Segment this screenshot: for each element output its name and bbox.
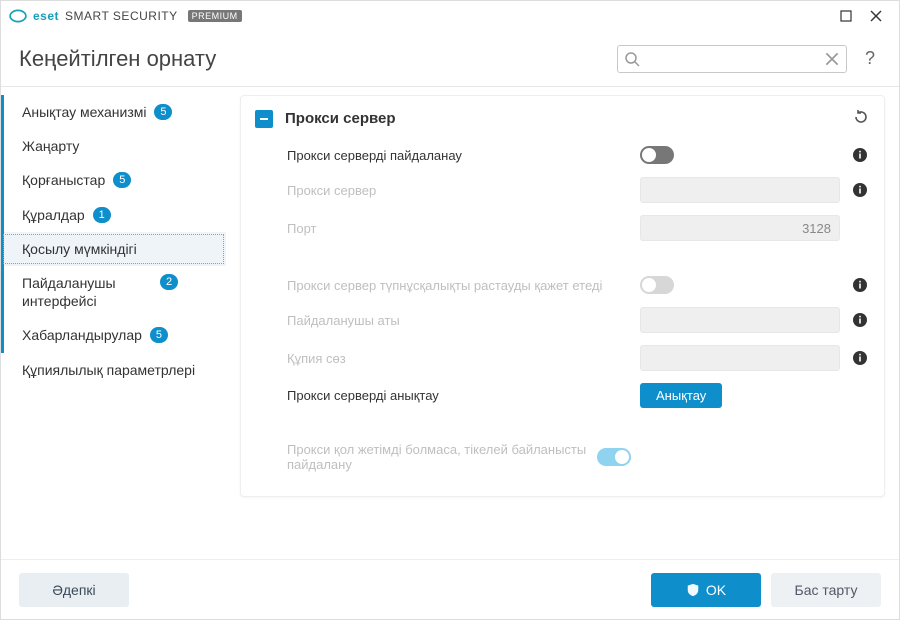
- row-use-proxy: Прокси серверді пайдаланау: [241, 139, 884, 171]
- info-auth-required[interactable]: [850, 277, 870, 293]
- sidebar-item-badge: 1: [93, 207, 111, 223]
- sidebar: Анықтау механизмі 5 Жаңарту Қорғаныстар …: [1, 87, 226, 559]
- sidebar-item-label: Жаңарту: [22, 137, 79, 155]
- input-proxy-server[interactable]: [640, 177, 840, 203]
- sidebar-item-user-interface[interactable]: Пайдаланушы интерфейсі 2: [1, 266, 226, 318]
- info-username[interactable]: [850, 312, 870, 328]
- undo-icon: [852, 108, 870, 126]
- input-password[interactable]: [640, 345, 840, 371]
- panel-title: Прокси сервер: [285, 110, 840, 127]
- detect-button[interactable]: Анықтау: [640, 383, 722, 408]
- clear-search-icon[interactable]: [823, 50, 841, 68]
- sidebar-item-label: Құралдар: [22, 206, 85, 224]
- maximize-icon: [840, 10, 852, 22]
- row-detect: Прокси серверді анықтау Анықтау: [241, 377, 884, 414]
- titlebar: eset SMART SECURITY PREMIUM: [1, 1, 899, 31]
- brand-eset: eset: [33, 9, 59, 23]
- proxy-panel: Прокси сервер Прокси серверді пайдаланау…: [240, 95, 885, 497]
- toggle-use-proxy[interactable]: [640, 146, 674, 164]
- help-button[interactable]: ?: [859, 48, 881, 69]
- row-username: Пайдаланушы аты: [241, 301, 884, 339]
- label-username: Пайдаланушы аты: [287, 313, 630, 328]
- toggle-fallback-direct[interactable]: [597, 448, 631, 466]
- eset-logo-icon: [9, 7, 27, 25]
- row-fallback-direct: Прокси қол жетімді болмаса, тікелей байл…: [241, 436, 884, 478]
- info-icon: [852, 277, 868, 293]
- sidebar-item-label: Қорғаныстар: [22, 171, 105, 189]
- label-proxy-server: Прокси сервер: [287, 183, 630, 198]
- label-fallback-direct: Прокси қол жетімді болмаса, тікелей байл…: [287, 442, 587, 472]
- row-proxy-server: Прокси сервер: [241, 171, 884, 209]
- window-maximize-button[interactable]: [831, 2, 861, 30]
- collapse-toggle[interactable]: [255, 110, 273, 128]
- label-detect: Прокси серверді анықтау: [287, 388, 630, 403]
- toggle-auth-required[interactable]: [640, 276, 674, 294]
- row-password: Құпия сөз: [241, 339, 884, 377]
- info-password[interactable]: [850, 350, 870, 366]
- input-port[interactable]: [640, 215, 840, 241]
- sidebar-item-connectivity[interactable]: Қосылу мүмкіндігі: [1, 232, 226, 266]
- sidebar-item-badge: 5: [154, 104, 172, 120]
- shield-icon: [686, 583, 700, 597]
- brand-edition: PREMIUM: [188, 10, 242, 22]
- info-icon: [852, 182, 868, 198]
- cancel-button[interactable]: Бас тарту: [771, 573, 881, 607]
- sidebar-item-update[interactable]: Жаңарту: [1, 129, 226, 163]
- sidebar-item-tools[interactable]: Құралдар 1: [1, 198, 226, 232]
- close-icon: [870, 10, 882, 22]
- window-close-button[interactable]: [861, 2, 891, 30]
- search-field-wrap: [617, 45, 847, 73]
- brand-name: SMART SECURITY: [65, 9, 178, 23]
- sidebar-item-badge: 5: [150, 327, 168, 343]
- row-port: Порт: [241, 209, 884, 247]
- info-icon: [852, 147, 868, 163]
- sidebar-item-label: Қосылу мүмкіндігі: [22, 240, 137, 258]
- info-proxy-server[interactable]: [850, 182, 870, 198]
- search-input[interactable]: [617, 45, 847, 73]
- sidebar-item-privacy[interactable]: Құпиялылық параметрлері: [1, 353, 226, 387]
- footer: Әдепкі OK Бас тарту: [1, 559, 899, 619]
- search-icon: [624, 51, 640, 67]
- sidebar-item-label: Пайдаланушы интерфейсі: [22, 274, 152, 310]
- sidebar-item-label: Құпиялылық параметрлері: [22, 361, 195, 379]
- revert-button[interactable]: [852, 108, 870, 129]
- label-auth-required: Прокси сервер түпнұсқалықты растауды қаж…: [287, 278, 630, 293]
- ok-button-label: OK: [706, 582, 726, 598]
- sidebar-item-detection-engine[interactable]: Анықтау механизмі 5: [1, 95, 226, 129]
- sidebar-item-notifications[interactable]: Хабарландырулар 5: [1, 318, 226, 352]
- row-auth-required: Прокси сервер түпнұсқалықты растауды қаж…: [241, 269, 884, 301]
- sidebar-item-badge: 5: [113, 172, 131, 188]
- default-button[interactable]: Әдепкі: [19, 573, 129, 607]
- info-use-proxy[interactable]: [850, 147, 870, 163]
- info-icon: [852, 312, 868, 328]
- input-username[interactable]: [640, 307, 840, 333]
- page-title: Кеңейтілген орнату: [19, 46, 216, 72]
- brand: eset SMART SECURITY PREMIUM: [9, 7, 242, 25]
- sidebar-item-protections[interactable]: Қорғаныстар 5: [1, 163, 226, 197]
- sidebar-item-label: Анықтау механизмі: [22, 103, 146, 121]
- sidebar-item-label: Хабарландырулар: [22, 326, 142, 344]
- minus-icon: [259, 114, 269, 124]
- header: Кеңейтілген орнату ?: [1, 31, 899, 87]
- ok-button[interactable]: OK: [651, 573, 761, 607]
- label-port: Порт: [287, 221, 630, 236]
- sidebar-item-badge: 2: [160, 274, 178, 290]
- label-use-proxy: Прокси серверді пайдаланау: [287, 148, 630, 163]
- label-password: Құпия сөз: [287, 351, 630, 366]
- content: Прокси сервер Прокси серверді пайдаланау…: [226, 87, 899, 559]
- info-icon: [852, 350, 868, 366]
